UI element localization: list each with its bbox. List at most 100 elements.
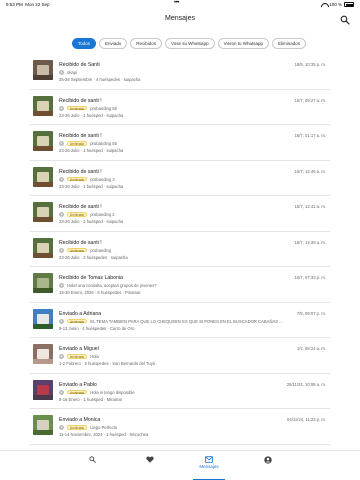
message-preview: Hola si tengo disponible <box>90 389 135 395</box>
booking-details: 23-26 Julio · 1 huésped · suipacha <box>59 219 124 224</box>
multitask-dots[interactable]: ••• <box>174 0 179 6</box>
message-preview-line: ● okapi <box>59 70 325 76</box>
avatar: ● <box>59 176 64 182</box>
filter-chip-todos[interactable]: Todos <box>72 38 97 49</box>
avatar: ● <box>59 354 64 359</box>
listing-thumbnail <box>33 166 53 187</box>
message-row[interactable]: Enviado a Adriana 7/5, 09:07 p. m. ● Archiv… <box>30 303 330 338</box>
archived-badge: Archivado <box>67 176 88 182</box>
archived-badge: Archivado <box>67 212 88 217</box>
listing-thumbnail <box>33 60 53 80</box>
message-preview-line: ● Archivado probanding 55 <box>59 141 325 147</box>
message-list: Recibido de Santi 18/9, 10:35 p. m. ● okapi… <box>30 54 330 445</box>
message-title: Recibido de santi ! <box>59 97 102 104</box>
listing-thumbnail <box>33 273 53 293</box>
message-title: Recibido de Santi <box>59 62 100 68</box>
listing-thumbnail <box>33 95 53 116</box>
filter-chip-enviado[interactable]: Enviado <box>99 38 128 49</box>
listing-thumbnail <box>33 131 53 151</box>
mail-icon <box>205 456 213 463</box>
booking-details: 23-26 Julio · 1 huésped · suipacha <box>59 183 124 189</box>
message-preview: probanding 3 <box>90 176 115 182</box>
archived-badge: Archivado <box>67 247 88 253</box>
message-preview: Hola <box>90 354 99 359</box>
message-title: Enviado a Monica <box>59 417 101 423</box>
filter-chip-vieron-tu-whatsapp[interactable]: Vieron tu Whatsapp <box>217 38 270 49</box>
message-row[interactable]: Recibido de santi ! 15/7, 12:41 a. m. ● Arc… <box>30 196 330 232</box>
message-date: 04/11/24, 11:23 p. m. <box>287 417 326 422</box>
tab-messages-label: Mensajes <box>199 464 219 469</box>
archived-badge: Archivado <box>67 389 88 395</box>
listing-thumbnail <box>33 379 53 400</box>
filter-chips: Todos Enviado Recibidos Vose su Whatsapp Vie… <box>72 38 307 49</box>
archived-badge: Archivado <box>67 354 88 359</box>
account-icon <box>264 456 272 464</box>
archived-badge: Archivado <box>67 141 88 146</box>
heart-icon <box>146 456 154 463</box>
booking-details: 25-28 Septiembre · 4 huéspedes · suipach… <box>59 77 141 82</box>
page-title: Mensajes <box>165 15 195 22</box>
booking-details: 23-26 Julio · 2 huéspedes · suipacha <box>59 254 128 260</box>
message-date: 7/5, 09:07 p. m. <box>296 310 326 316</box>
message-preview-line: ● Archivado EL TEMA TAMBIEN PARA QUE LO CH… <box>59 318 325 324</box>
message-title: Recibido de santi ! <box>59 168 102 175</box>
message-row[interactable]: Enviado a Miguel 1/2, 08:24 a. m. ● Archiva… <box>30 338 330 374</box>
message-preview: Llego Perfecto <box>90 425 118 430</box>
message-preview-line: ● Archivado Hola si tengo disponible <box>59 389 325 395</box>
tab-account[interactable] <box>238 456 298 464</box>
filter-chip-recibidos[interactable]: Recibidos <box>130 38 163 49</box>
listing-thumbnail <box>33 202 53 222</box>
booking-details: 8-16 Enero · 1 huésped · Miramar <box>59 396 123 402</box>
message-row[interactable]: Enviado a Monica 04/11/24, 11:23 p. m. ● Ar… <box>30 409 330 445</box>
message-title: Recibido de santi ! <box>59 239 102 246</box>
booking-details: 23-26 Julio · 1 huésped · suipacha <box>59 148 124 153</box>
filter-chip-eliminados[interactable]: Eliminados <box>272 38 307 49</box>
tab-favorites[interactable] <box>120 456 180 463</box>
tab-search[interactable] <box>62 456 122 463</box>
message-preview-line: ● Hola! una consulta, aceptan grupos de j… <box>59 283 325 289</box>
message-date: 18/9, 10:35 p. m. <box>294 62 326 67</box>
listing-thumbnail <box>33 415 53 435</box>
message-preview-line: ● Archivado probanding 2 <box>59 212 325 218</box>
message-preview: probanding 56 <box>90 105 117 111</box>
message-date: 15/7, 12:41 a. m. <box>294 204 326 209</box>
message-title: Recibido de santi ! <box>59 133 102 139</box>
search-icon[interactable] <box>340 15 350 25</box>
booking-details: 23-26 Julio · 1 huésped · suipacha <box>59 112 124 118</box>
message-date: 10/7, 07:33 p. m. <box>294 275 326 280</box>
archived-badge: Archivado <box>67 105 88 111</box>
message-preview: Hola! una consulta, aceptan grupos de jo… <box>67 283 157 288</box>
message-row[interactable]: Recibido de Santi 18/9, 10:35 p. m. ● okapi… <box>30 54 330 90</box>
message-row[interactable]: Recibido de Tomas Labonia 10/7, 07:33 p. … <box>30 267 330 303</box>
status-indicators: 100 % <box>321 2 354 7</box>
booking-details: 11-14 Noviembre, 2024 · 1 huésped · Neco… <box>59 432 149 437</box>
message-preview-line: ● Archivado probanding 56 <box>59 105 325 111</box>
tab-messages[interactable]: Mensajes <box>179 456 239 480</box>
search-icon <box>88 456 96 463</box>
message-row[interactable]: Recibido de santi ! 15/7, 12:46 a. m. ● Arc… <box>30 161 330 196</box>
battery-icon <box>344 2 354 7</box>
avatar: ● <box>59 212 64 217</box>
top-app-bar: Mensajes <box>0 10 360 32</box>
message-preview-line: ● Archivado Llego Perfecto <box>59 425 325 431</box>
message-title: Recibido de santi ! <box>59 204 102 210</box>
avatar: ● <box>59 70 64 75</box>
archived-badge: Archivado <box>67 425 88 430</box>
archived-badge: Archivado <box>67 318 88 324</box>
message-row[interactable]: Recibido de santi ! 15/7, 12:28 a. m. ● Arc… <box>30 232 330 267</box>
message-row[interactable]: Recibido de santi ! 15/7, 09:27 a. m. ● Arc… <box>30 90 330 125</box>
bottom-tab-bar: Mensajes <box>0 450 360 480</box>
message-row[interactable]: Enviado a Pablo 25/11/24, 10:08 a. m. ● Arc… <box>30 374 330 409</box>
message-title: Recibido de Tomas Labonia <box>59 275 123 281</box>
message-row[interactable]: Recibido de santi ! 15/7, 01:17 a. m. ● Arc… <box>30 125 330 161</box>
avatar: ● <box>59 318 64 324</box>
message-preview: probanding <box>90 247 112 253</box>
message-date: 15/7, 01:17 a. m. <box>294 133 326 138</box>
message-date: 25/11/24, 10:08 a. m. <box>286 381 326 387</box>
message-preview: probanding 2 <box>90 212 115 217</box>
message-preview: okapi <box>67 70 78 75</box>
booking-details: 15-30 Enero, 2026 · 6 huéspedes · Pinama… <box>59 290 141 295</box>
booking-details: 1-2 Febrero · 5 huéspedes · San Bernardo… <box>59 361 156 366</box>
filter-chip-vose-su-whatsapp[interactable]: Vose su Whatsapp <box>165 38 215 49</box>
wifi-icon <box>321 3 327 7</box>
